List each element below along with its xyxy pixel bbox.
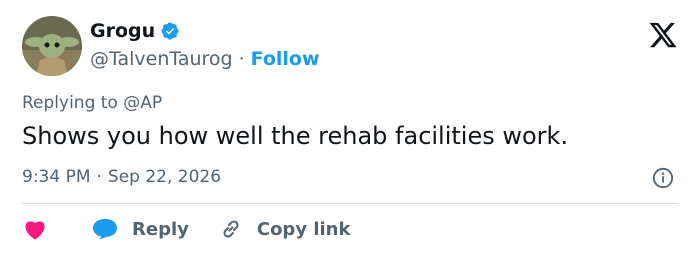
tweet-timestamp[interactable]: 9:34 PM · Sep 22, 2026 xyxy=(22,167,221,187)
copy-link-label: Copy link xyxy=(256,218,351,240)
like-button[interactable] xyxy=(22,218,48,240)
verified-badge-icon xyxy=(161,22,179,40)
timestamp-separator: · xyxy=(96,167,102,187)
replying-to-prefix: Replying to xyxy=(22,93,118,113)
divider xyxy=(22,203,678,204)
x-logo-icon[interactable] xyxy=(648,20,678,50)
replying-to-mention[interactable]: @AP xyxy=(123,93,162,113)
reply-label: Reply xyxy=(132,218,189,240)
tweet-actions: Reply Copy link xyxy=(22,213,350,245)
follow-link[interactable]: Follow xyxy=(251,48,320,70)
reply-button[interactable]: Reply xyxy=(48,218,189,240)
tweet-text: Shows you how well the rehab facilities … xyxy=(22,122,569,150)
author-display-name[interactable]: Grogu xyxy=(90,20,155,42)
author-handle-row: @TalvenTaurog · Follow xyxy=(90,48,320,70)
author-handle[interactable]: @TalvenTaurog xyxy=(90,48,233,70)
reply-bubble-icon xyxy=(93,219,117,240)
link-icon xyxy=(223,220,239,238)
replying-to-line: Replying to @AP xyxy=(22,93,162,113)
heart-icon xyxy=(25,221,45,240)
tweet-date: Sep 22, 2026 xyxy=(107,167,222,187)
avatar-image xyxy=(22,16,82,76)
copy-link-button[interactable]: Copy link xyxy=(189,217,351,241)
author-name-row: Grogu xyxy=(90,20,180,42)
info-icon[interactable] xyxy=(652,167,674,189)
handle-separator: · xyxy=(238,48,245,70)
avatar[interactable] xyxy=(22,16,82,76)
tweet-time: 9:34 PM xyxy=(22,167,91,187)
